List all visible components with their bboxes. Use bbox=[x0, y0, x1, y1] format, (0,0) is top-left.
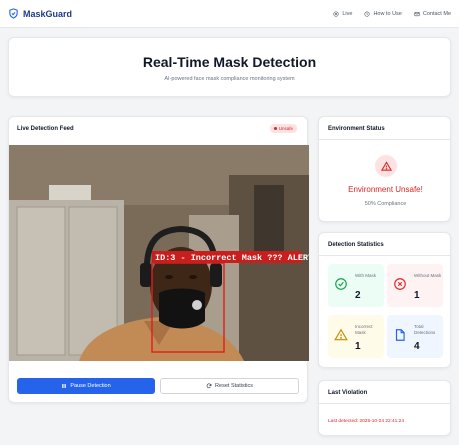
page-subtitle: AI-powered face mask compliance monitori… bbox=[164, 76, 295, 82]
video-feed: ID:3 - Incorrect Mask ??? ALERT bbox=[9, 145, 309, 361]
reset-statistics-button[interactable]: Reset Statistics bbox=[160, 378, 299, 394]
warning-badge bbox=[375, 155, 397, 177]
compliance-text: 50% Compliance bbox=[364, 201, 407, 207]
clock-icon bbox=[364, 10, 370, 17]
live-feed-title: Live Detection Feed bbox=[17, 126, 74, 132]
eye-icon bbox=[333, 10, 339, 17]
pause-detection-button[interactable]: Pause Detection bbox=[17, 378, 155, 394]
nav-how-to-use-label: How to Use bbox=[373, 10, 402, 17]
brand-name: MaskGuard bbox=[23, 8, 73, 19]
environment-status-text: Environment Unsafe! bbox=[348, 185, 423, 194]
stat-with-mask: With Mask 2 bbox=[328, 264, 384, 307]
nav-how-to-use[interactable]: How to Use bbox=[364, 10, 402, 17]
warning-icon bbox=[380, 160, 392, 171]
stat-with-mask-value: 2 bbox=[355, 290, 361, 301]
stat-without-mask-value: 1 bbox=[414, 290, 420, 301]
stat-incorrect-mask-value: 1 bbox=[355, 341, 361, 352]
document-icon bbox=[395, 329, 405, 341]
reset-statistics-label: Reset Statistics bbox=[215, 383, 253, 389]
divider bbox=[319, 255, 450, 256]
check-circle-icon bbox=[335, 278, 347, 290]
stat-without-mask: Without Mask 1 bbox=[387, 264, 443, 307]
stat-total-detections: Total Detections 4 bbox=[387, 315, 443, 358]
stat-with-mask-label: With Mask bbox=[355, 273, 377, 278]
status-dot-icon bbox=[273, 127, 277, 130]
shield-icon bbox=[9, 8, 18, 19]
pause-icon bbox=[62, 384, 67, 388]
environment-status-title: Environment Status bbox=[328, 126, 385, 132]
status-badge: Unsafe bbox=[269, 124, 297, 133]
detection-statistics-card: Detection Statistics With Mask 2 Without… bbox=[318, 232, 451, 368]
last-violation-title: Last Violation bbox=[328, 390, 368, 396]
page-title: Real-Time Mask Detection bbox=[142, 54, 317, 70]
detection-statistics-title: Detection Statistics bbox=[328, 242, 384, 248]
divider bbox=[319, 403, 450, 404]
detection-label: ID:3 - Incorrect Mask ??? ALERT bbox=[155, 253, 309, 263]
nav-contact[interactable]: Contact Me bbox=[414, 11, 451, 17]
divider bbox=[319, 139, 450, 140]
navbar: MaskGuard Live How to Use Contact Me bbox=[0, 0, 459, 28]
refresh-icon bbox=[206, 383, 212, 389]
nav-live-label: Live bbox=[342, 10, 353, 17]
nav-live[interactable]: Live bbox=[333, 11, 352, 17]
environment-status-card: Environment Status Environment Unsafe! 5… bbox=[318, 116, 451, 222]
mail-icon bbox=[414, 11, 420, 16]
brand[interactable]: MaskGuard bbox=[8, 8, 72, 19]
stat-incorrect-mask: Incorrect Mask 1 bbox=[328, 315, 384, 358]
x-circle-icon bbox=[394, 278, 406, 290]
live-feed-card: Live Detection Feed Unsafe ID:3 - Incorr… bbox=[8, 116, 309, 403]
last-violation-text: Last detected: 2025-10-24 22:41:24 bbox=[328, 419, 405, 424]
stat-incorrect-mask-label: Incorrect Mask bbox=[355, 324, 373, 335]
hero-card: Real-Time Mask Detection AI-powered face… bbox=[8, 37, 451, 97]
last-violation-card: Last Violation Last detected: 2025-10-24… bbox=[318, 380, 451, 436]
stat-total-detections-label: Total Detections bbox=[414, 324, 436, 335]
stat-without-mask-label: Without Mask bbox=[414, 273, 442, 278]
warning-icon bbox=[334, 328, 348, 341]
pause-detection-label: Pause Detection bbox=[70, 383, 111, 389]
nav-contact-label: Contact Me bbox=[422, 10, 451, 17]
stat-total-detections-value: 4 bbox=[414, 341, 420, 352]
camera-frame: ID:3 - Incorrect Mask ??? ALERT bbox=[9, 145, 309, 361]
status-badge-label: Unsafe bbox=[278, 126, 293, 131]
